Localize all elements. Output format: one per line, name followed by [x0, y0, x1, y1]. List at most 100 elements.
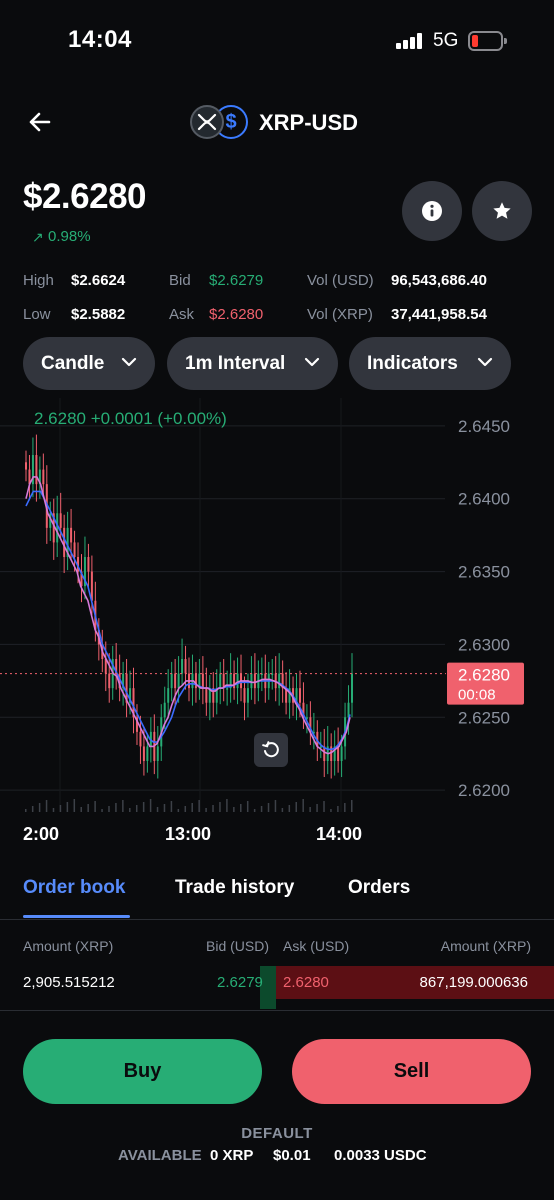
- ask-label: Ask: [169, 306, 195, 323]
- back-button[interactable]: [24, 106, 56, 138]
- interval-label: 1m Interval: [185, 352, 286, 374]
- signal-icon: [396, 33, 424, 49]
- candle-body: [73, 542, 76, 557]
- volume-bar: [122, 800, 124, 812]
- ma-fast-line: [25, 476, 351, 755]
- volume-bar: [198, 800, 200, 812]
- volume-bar: [149, 799, 152, 812]
- y-tick-label: 2.6300: [458, 635, 510, 654]
- candle-body: [42, 469, 45, 485]
- volume-bar: [337, 806, 339, 812]
- high-label: High: [23, 272, 54, 289]
- candle-body: [194, 673, 197, 689]
- candle-body: [163, 702, 166, 718]
- portfolio-name[interactable]: DEFAULT: [0, 1125, 554, 1142]
- price-chart[interactable]: 2.6450 2.6400 2.6350 2.6300 2.6250 2.6200 2.62…: [0, 398, 554, 858]
- volume-bar: [330, 809, 332, 812]
- volume-bar: [59, 805, 62, 812]
- tab-order-book[interactable]: Order book: [23, 877, 125, 899]
- volume-bar: [309, 807, 311, 812]
- header: $ XRP-USD: [0, 100, 554, 146]
- candle-body: [219, 673, 222, 689]
- arrow-left-icon: [29, 112, 51, 132]
- volume-bar: [108, 806, 110, 812]
- volume-bar: [87, 804, 89, 812]
- tab-trade-history[interactable]: Trade history: [175, 877, 294, 899]
- volume-bar: [170, 801, 173, 812]
- volume-bar: [351, 800, 353, 812]
- volume-bar: [302, 799, 304, 812]
- volume-bar: [52, 808, 55, 812]
- favorite-button[interactable]: [472, 181, 532, 241]
- vol-usd-value: 96,543,686.40: [391, 272, 487, 289]
- volume-bar: [205, 808, 207, 812]
- volume-bar: [344, 803, 346, 812]
- candle-body: [156, 746, 159, 761]
- buy-button[interactable]: Buy: [23, 1039, 262, 1104]
- candle-body: [177, 673, 180, 689]
- candle-body: [246, 688, 249, 703]
- candle-body: [205, 688, 208, 703]
- price-change-value: 0.98%: [48, 228, 91, 245]
- volume-bar: [177, 809, 180, 812]
- page-title: XRP-USD: [259, 110, 359, 135]
- candle-body: [59, 513, 62, 528]
- low-value: $2.5882: [71, 306, 126, 323]
- chevron-down-icon: [477, 357, 493, 367]
- candle-body: [236, 673, 239, 689]
- candle-countdown: 00:08: [458, 687, 496, 704]
- volume-bar: [316, 804, 318, 812]
- chart-legend: 2.6280 +0.0001 (+0.00%): [34, 409, 227, 428]
- bid-label: Bid: [169, 272, 191, 289]
- chevron-down-icon: [304, 357, 320, 367]
- high-value: $2.6624: [71, 272, 126, 289]
- volume-bar: [184, 806, 187, 812]
- pair-icons: $: [190, 105, 250, 141]
- current-price: $2.6280: [23, 177, 147, 216]
- ob-ask-price[interactable]: 2.6280: [283, 974, 329, 991]
- xrp-logo-icon: [190, 105, 224, 139]
- sell-button[interactable]: Sell: [292, 1039, 531, 1104]
- y-tick-label: 2.6350: [458, 563, 510, 582]
- vol-usd-label: Vol (USD): [307, 272, 374, 289]
- candle-body: [340, 746, 343, 761]
- ob-bid-amount: 2,905.515212: [23, 974, 115, 991]
- candle-body: [170, 673, 173, 689]
- volume-bar: [281, 808, 284, 812]
- info-button[interactable]: [402, 181, 462, 241]
- volume-bar: [38, 803, 41, 812]
- volume-bar: [323, 801, 325, 812]
- status-bar: 14:04 5G: [0, 0, 554, 80]
- volume-bar: [246, 801, 249, 812]
- volume-bar: [219, 802, 221, 812]
- interval-dropdown[interactable]: 1m Interval: [167, 337, 338, 390]
- candle-body: [35, 455, 38, 485]
- indicators-label: Indicators: [367, 352, 458, 374]
- chevron-down-icon: [121, 357, 137, 367]
- candle-body: [108, 673, 111, 689]
- volume-bar: [66, 802, 69, 812]
- candle-body: [184, 659, 187, 674]
- vol-xrp-value: 37,441,958.54: [391, 306, 487, 323]
- reset-chart-button[interactable]: [254, 733, 288, 767]
- tab-orders[interactable]: Orders: [348, 877, 410, 899]
- x-tick-label: 14:00: [316, 824, 362, 844]
- volume-bar: [156, 807, 159, 812]
- volume-bar: [163, 804, 166, 812]
- volume-bar: [129, 808, 131, 812]
- volume-bar: [260, 806, 263, 812]
- volume-bar: [101, 809, 103, 812]
- candle-body: [226, 688, 229, 690]
- candle-body: [351, 673, 353, 703]
- candle-body: [167, 688, 170, 703]
- volume-bar: [31, 806, 34, 812]
- chart-type-dropdown[interactable]: Candle: [23, 337, 155, 390]
- available-label: AVAILABLE: [118, 1147, 202, 1164]
- ma-slow-line: [25, 490, 351, 751]
- ob-bid-price[interactable]: 2.6279: [217, 974, 263, 991]
- active-tab-indicator: [23, 915, 130, 918]
- available-xrp: 0 XRP: [210, 1147, 254, 1164]
- candle-body: [63, 527, 66, 557]
- indicators-dropdown[interactable]: Indicators: [349, 337, 511, 390]
- candle-body: [250, 673, 253, 689]
